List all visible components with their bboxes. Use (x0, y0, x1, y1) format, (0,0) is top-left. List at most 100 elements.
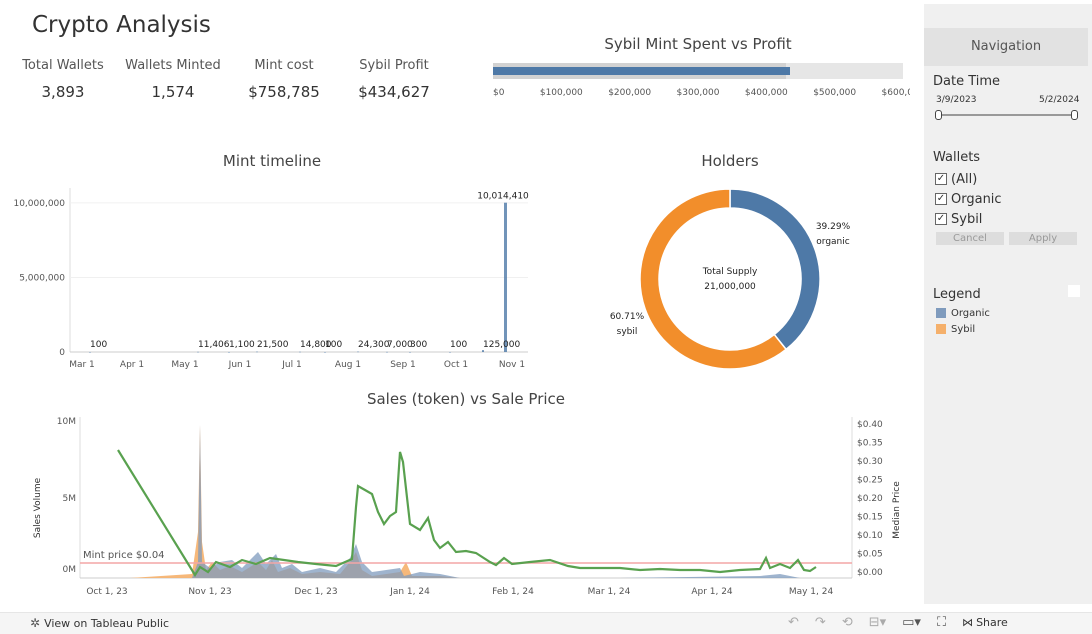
mint-x-tick: Oct 1 (444, 360, 468, 370)
mint-bar[interactable] (386, 351, 388, 353)
mint-x-tick: May 1 (171, 360, 198, 370)
sybil-tick-label: $600,000 (882, 88, 910, 98)
mint-x-tick: Apr 1 (120, 360, 144, 370)
toolbar-actions: ↶ ↷ ⟲ ⊟▾ ▭▾ ⛶ ⋈ Share (788, 615, 1008, 630)
date-slider-start-handle[interactable] (935, 110, 942, 120)
sales-x-tick: Jan 1, 24 (389, 587, 430, 597)
sybil-bar[interactable] (493, 67, 790, 75)
date-start: 3/9/2023 (936, 95, 977, 105)
mint-bar[interactable] (482, 350, 484, 352)
sales-x-tick: May 1, 24 (789, 587, 834, 597)
mint-bar[interactable] (197, 351, 199, 353)
view-on-tableau-link[interactable]: ✲ View on Tableau Public (30, 616, 169, 630)
cancel-button[interactable]: Cancel (936, 232, 1004, 245)
sales-y-left-tick: 0M (63, 565, 77, 575)
legend-menu-icon[interactable] (1068, 285, 1080, 297)
sybil-bar-chart: $0 $100,000 $200,000 $300,000 $400,000 $500,0… (493, 63, 910, 98)
kpi-total-wallets-value: 3,893 (41, 83, 85, 101)
mint-data-label: 300 (410, 340, 427, 350)
donut-center-line2: 21,000,000 (704, 282, 756, 292)
share-button[interactable]: ⋈ Share (962, 616, 1008, 629)
legend-label: Legend (933, 287, 981, 302)
sales-y-right-tick: $0.25 (857, 476, 883, 486)
sybil-tick-label: $500,000 (813, 88, 856, 98)
mint-price-label: Mint price $0.04 (83, 550, 165, 561)
mint-data-label: 21,500 (257, 340, 289, 350)
wallets-filter: ✓ (All) ✓ Organic ✓ Sybil (935, 169, 1002, 229)
mint-bar[interactable] (409, 351, 411, 353)
mint-bar[interactable] (324, 351, 326, 353)
date-time-label: Date Time (933, 74, 1001, 89)
sales-y-left-tick: 10M (57, 417, 76, 427)
sybil-tick-label: $300,000 (677, 88, 720, 98)
sybil-tick-label: $200,000 (608, 88, 651, 98)
mint-data-label: 10,014,410 (477, 192, 529, 202)
mint-y-tick: 0 (59, 348, 65, 358)
mint-data-label: 100 (450, 340, 467, 350)
median-price-line (117, 449, 817, 578)
sybil-tick-label: $400,000 (745, 88, 788, 98)
donut-organic-pct: 39.29% (816, 222, 851, 232)
apply-button[interactable]: Apply (1009, 232, 1077, 245)
sales-x-tick: Dec 1, 23 (294, 587, 337, 597)
mint-bar[interactable] (228, 351, 230, 353)
sales-x-tick: Apr 1, 24 (691, 587, 733, 597)
pause-icon[interactable]: ⊟▾ (869, 615, 886, 630)
date-slider-end-handle[interactable] (1071, 110, 1078, 120)
mint-y-tick: 5,000,000 (19, 273, 65, 283)
wallets-option-organic[interactable]: ✓ Organic (935, 189, 1002, 209)
checkbox-checked-icon[interactable]: ✓ (935, 193, 947, 205)
organic-swatch (936, 308, 946, 318)
sales-x-tick: Oct 1, 23 (86, 587, 127, 597)
kpi-total-wallets-label: Total Wallets (22, 58, 104, 73)
mint-bar[interactable] (256, 351, 258, 353)
sales-y-right-tick: $0.05 (857, 550, 883, 560)
sybil-volume-area (80, 425, 852, 578)
mint-bar[interactable] (89, 351, 91, 353)
fullscreen-icon[interactable]: ⛶ (937, 615, 946, 630)
mint-data-label: 1,100 (229, 340, 255, 350)
tableau-logo-icon: ✲ (30, 616, 41, 630)
wallets-option-all[interactable]: ✓ (All) (935, 169, 1002, 189)
mint-bar[interactable] (357, 351, 359, 353)
legend-item-sybil[interactable]: Sybil (936, 321, 990, 337)
mint-timeline-chart: 10,000,000 5,000,000 0 Mar 1 Apr 1 May 1 Jun … (13, 188, 529, 370)
sales-y-right-tick: $0.40 (857, 420, 883, 430)
sales-chart-title: Sales (token) vs Sale Price (366, 390, 566, 408)
mint-x-tick: Nov 1 (499, 360, 525, 370)
mint-x-tick: Mar 1 (69, 360, 95, 370)
date-slider-track[interactable] (939, 114, 1075, 116)
mint-bar[interactable] (449, 351, 451, 353)
sales-y-right-tick: $0.00 (857, 568, 883, 578)
revert-icon[interactable]: ⟲ (842, 615, 853, 630)
device-preview-icon[interactable]: ▭▾ (902, 615, 921, 630)
wallets-option-sybil[interactable]: ✓ Sybil (935, 209, 1002, 229)
sybil-swatch (936, 324, 946, 334)
donut-sybil-pct: 60.71% (610, 312, 645, 322)
holders-donut-chart: Total Supply 21,000,000 39.29% organic 6… (610, 188, 851, 370)
undo-icon[interactable]: ↶ (788, 615, 799, 630)
donut-organic-label: organic (816, 237, 849, 247)
sybil-tick-label: $0 (493, 88, 505, 98)
mint-bar[interactable] (504, 202, 507, 352)
checkbox-checked-icon[interactable]: ✓ (935, 173, 947, 185)
mint-x-tick: Jun 1 (228, 360, 252, 370)
sales-x-tick: Nov 1, 23 (188, 587, 231, 597)
checkbox-checked-icon[interactable]: ✓ (935, 213, 947, 225)
sybil-tick-label: $100,000 (540, 88, 583, 98)
date-end: 5/2/2024 (1039, 95, 1080, 105)
mint-data-label: 11,406 (198, 340, 230, 350)
legend-item-organic[interactable]: Organic (936, 305, 990, 321)
mint-x-tick: Aug 1 (335, 360, 361, 370)
mint-data-label: 24,300 (358, 340, 390, 350)
mint-bar[interactable] (299, 351, 301, 353)
sales-y-right-tick: $0.30 (857, 457, 883, 467)
sales-y-right-tick: $0.20 (857, 494, 883, 504)
kpi-mint-cost-value: $758,785 (248, 83, 320, 101)
share-icon: ⋈ (962, 616, 974, 629)
navigation-header[interactable]: Navigation (924, 28, 1088, 66)
donut-sybil-label: sybil (617, 327, 638, 337)
sales-y-right-tick: $0.35 (857, 439, 883, 449)
sales-y-right-tick: $0.15 (857, 513, 883, 523)
redo-icon[interactable]: ↷ (815, 615, 826, 630)
